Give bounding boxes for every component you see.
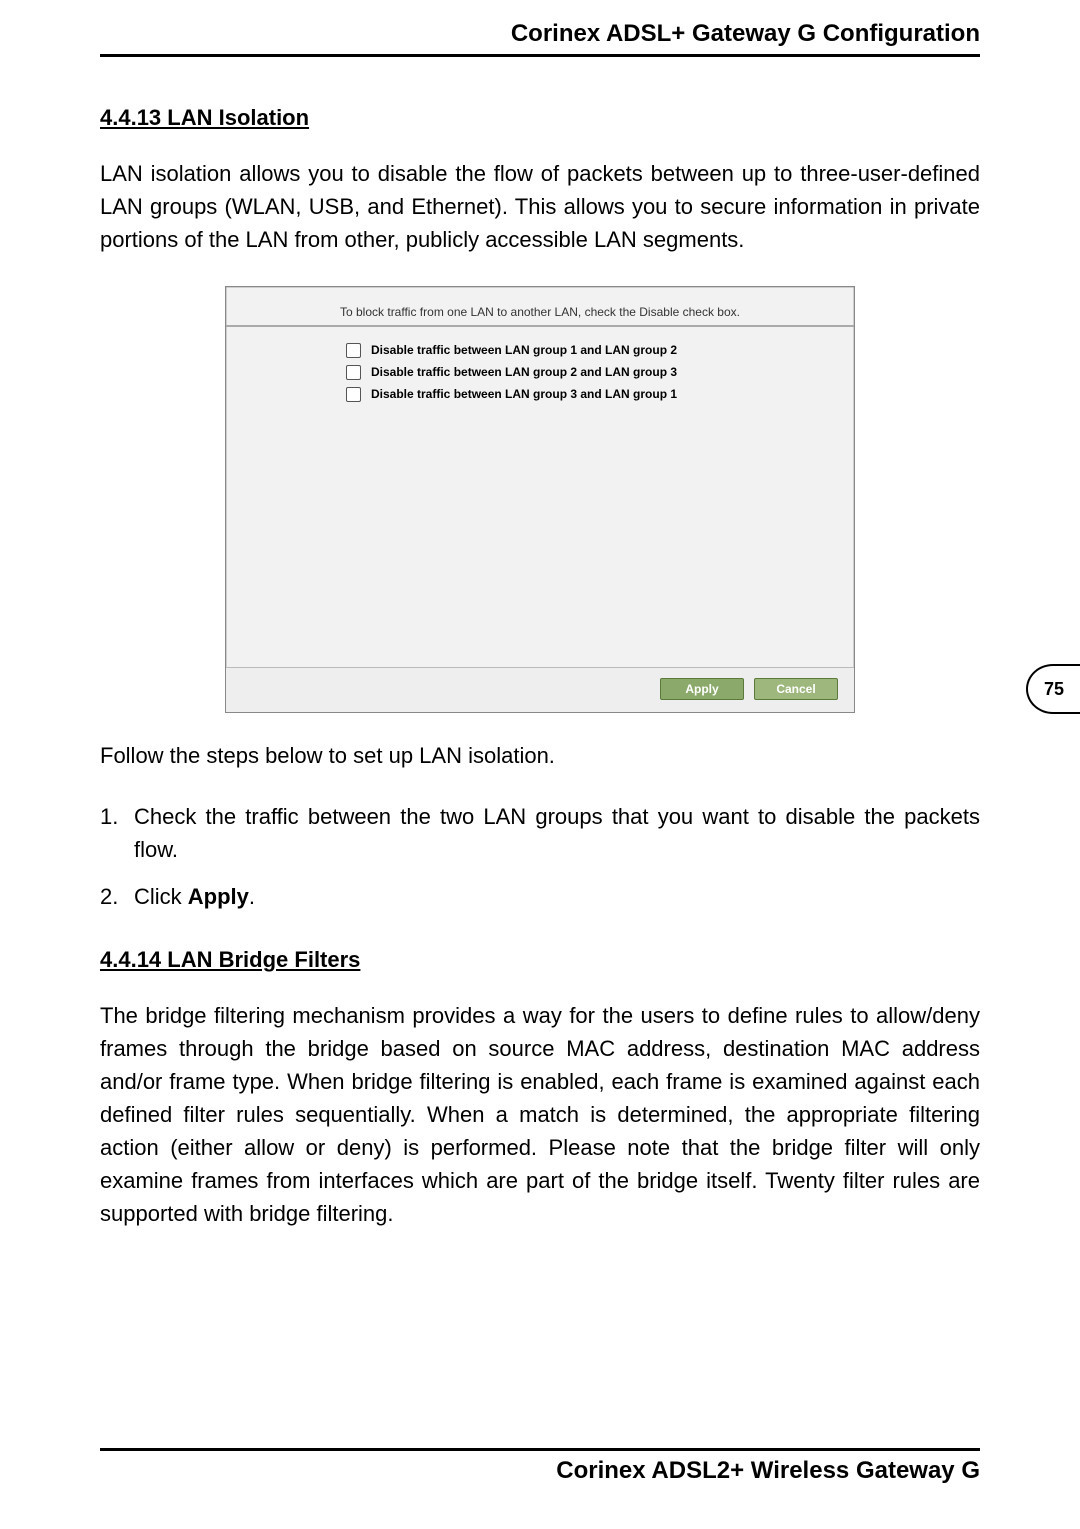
disable-label: Disable traffic between LAN group 1 and … — [371, 343, 677, 357]
content-area: Corinex ADSL+ Gateway G Configuration 4.… — [100, 20, 980, 1230]
disable-row-3-1[interactable]: Disable traffic between LAN group 3 and … — [346, 383, 824, 405]
checkbox-icon[interactable] — [346, 387, 361, 402]
disable-label: Disable traffic between LAN group 2 and … — [371, 365, 677, 379]
checkbox-icon[interactable] — [346, 365, 361, 380]
page-number-tab: 75 — [1026, 664, 1080, 714]
apply-strong: Apply — [188, 884, 249, 909]
step-1: 1. Check the traffic between the two LAN… — [100, 800, 980, 866]
section-heading-4414: 4.4.14 LAN Bridge Filters — [100, 947, 980, 973]
step-number: 1. — [100, 800, 134, 866]
steps-intro: Follow the steps below to set up LAN iso… — [100, 739, 980, 772]
cancel-button[interactable]: Cancel — [754, 678, 838, 700]
disable-row-2-3[interactable]: Disable traffic between LAN group 2 and … — [346, 361, 824, 383]
panel-body: Disable traffic between LAN group 1 and … — [226, 325, 854, 667]
step-2: 2. Click Apply. — [100, 880, 980, 913]
page-footer-title: Corinex ADSL2+ Wireless Gateway G — [100, 1448, 980, 1485]
disable-row-1-2[interactable]: Disable traffic between LAN group 1 and … — [346, 339, 824, 361]
apply-button[interactable]: Apply — [660, 678, 744, 700]
step-text: Click Apply. — [134, 880, 255, 913]
step-suffix: . — [249, 884, 255, 909]
step-prefix: Click — [134, 884, 188, 909]
page-header-title: Corinex ADSL+ Gateway G Configuration — [100, 20, 980, 57]
step-text: Check the traffic between the two LAN gr… — [134, 800, 980, 866]
steps-list: 1. Check the traffic between the two LAN… — [100, 800, 980, 913]
page-number: 75 — [1044, 679, 1064, 700]
section-4413-paragraph: LAN isolation allows you to disable the … — [100, 157, 980, 256]
section-heading-4413: 4.4.13 LAN Isolation — [100, 105, 980, 131]
disable-label: Disable traffic between LAN group 3 and … — [371, 387, 677, 401]
checkbox-icon[interactable] — [346, 343, 361, 358]
step-number: 2. — [100, 880, 134, 913]
lan-isolation-panel: To block traffic from one LAN to another… — [225, 286, 855, 713]
section-4414-paragraph: The bridge filtering mechanism provides … — [100, 999, 980, 1230]
panel-hint-text: To block traffic from one LAN to another… — [226, 287, 854, 325]
document-page: Corinex ADSL+ Gateway G Configuration 4.… — [0, 0, 1080, 1529]
panel-footer: Apply Cancel — [226, 667, 854, 712]
